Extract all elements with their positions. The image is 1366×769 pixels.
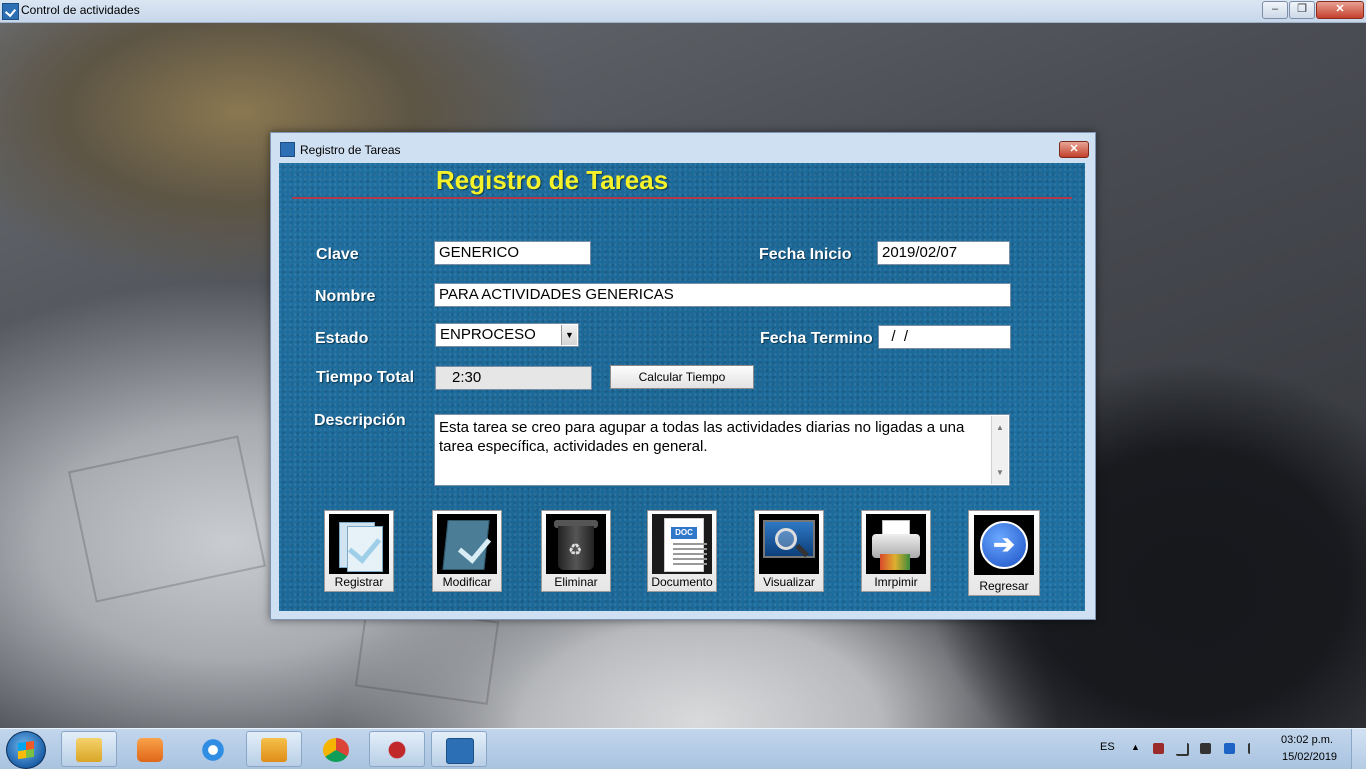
flag-icon[interactable] [1248, 743, 1261, 754]
dialog-titlebar: Registro de Tareas ✕ [271, 133, 1095, 161]
fecha-inicio-label: Fecha Inicio [759, 246, 852, 263]
imprimir-button[interactable]: Imrpimir [861, 510, 931, 592]
regresar-button[interactable]: ➔ Regresar [968, 510, 1040, 596]
register-icon [329, 514, 389, 574]
volume-icon[interactable] [1200, 743, 1211, 754]
tiempo-total-field: 2:30 [435, 366, 592, 390]
splat-icon[interactable] [369, 731, 425, 767]
internet-explorer-icon[interactable] [185, 731, 241, 767]
app-titlebar: Control de actividades – ❐ ✕ [0, 0, 1366, 23]
dialog-title: Registro de Tareas [300, 143, 401, 157]
taskbar: ES ▲ 03:02 p.m. 15/02/2019 [0, 728, 1366, 769]
registro-tareas-dialog: Registro de Tareas ✕ Registro de Tareas … [270, 132, 1096, 620]
tray-expand-icon[interactable]: ▲ [1131, 742, 1140, 752]
app-title: Control de actividades [21, 3, 140, 17]
scroll-down-icon[interactable]: ▼ [996, 463, 1004, 482]
magnifier-icon [759, 514, 819, 574]
file-explorer-icon[interactable] [61, 731, 117, 767]
modificar-button[interactable]: Modificar [432, 510, 502, 592]
media-player-icon[interactable] [122, 731, 178, 767]
clock-time[interactable]: 03:02 p.m. [1281, 734, 1333, 746]
estado-select[interactable]: ENPROCESO ▼ [435, 323, 579, 347]
documento-label: Documento [651, 575, 713, 589]
documento-button[interactable]: DOC Documento [647, 510, 717, 592]
regresar-label: Regresar [979, 579, 1029, 593]
modificar-label: Modificar [442, 575, 492, 589]
dialog-close-button[interactable]: ✕ [1059, 141, 1089, 158]
modify-icon [437, 514, 497, 574]
fecha-termino-label: Fecha Termino [760, 330, 873, 347]
registrar-button[interactable]: Registrar [324, 510, 394, 592]
network-icon[interactable] [1176, 743, 1189, 756]
windows-logo-icon [18, 740, 34, 760]
registrar-label: Registrar [334, 575, 384, 589]
fecha-inicio-field[interactable]: 2019/02/07 [877, 241, 1010, 265]
trash-icon: ♻ [546, 514, 606, 574]
clave-label: Clave [316, 246, 359, 263]
form-heading: Registro de Tareas [436, 165, 669, 195]
estado-label: Estado [315, 330, 369, 347]
clock-date[interactable]: 15/02/2019 [1282, 751, 1337, 763]
calcular-tiempo-button[interactable]: Calcular Tiempo [610, 365, 754, 389]
estado-value: ENPROCESO [440, 326, 536, 343]
app-close-button[interactable]: ✕ [1316, 1, 1364, 19]
dialog-icon [280, 142, 295, 157]
maximize-button[interactable]: ❐ [1289, 1, 1315, 19]
task-app-icon[interactable] [431, 731, 487, 767]
visualizar-button[interactable]: Visualizar [754, 510, 824, 592]
chevron-down-icon[interactable]: ▼ [561, 325, 577, 345]
nombre-label: Nombre [315, 288, 376, 305]
eliminar-button[interactable]: ♻ Eliminar [541, 510, 611, 592]
chrome-icon[interactable] [308, 731, 364, 767]
dropbox-icon[interactable] [1224, 743, 1235, 754]
scroll-up-icon[interactable]: ▲ [996, 418, 1004, 437]
descripcion-label: Descripción [314, 412, 406, 429]
eliminar-label: Eliminar [554, 575, 598, 589]
printer-icon [866, 514, 926, 574]
minimize-button[interactable]: – [1262, 1, 1288, 19]
language-indicator[interactable]: ES [1100, 741, 1115, 753]
outlook-icon[interactable] [246, 731, 302, 767]
start-button[interactable] [6, 731, 46, 769]
arrow-right-icon: ➔ [974, 515, 1034, 575]
descripcion-text: Esta tarea se creo para agupar a todas l… [439, 419, 965, 455]
descripcion-scrollbar[interactable]: ▲ ▼ [991, 416, 1008, 484]
show-desktop-button[interactable] [1351, 729, 1366, 769]
visualizar-label: Visualizar [763, 575, 815, 589]
descripcion-textarea[interactable]: Esta tarea se creo para agupar a todas l… [434, 414, 1010, 486]
background-sketch [67, 435, 267, 603]
clave-field[interactable]: GENERICO [434, 241, 591, 265]
dialog-body: Registro de Tareas Clave GENERICO Fecha … [279, 163, 1085, 611]
imprimir-label: Imrpimir [874, 575, 918, 589]
security-icon[interactable] [1153, 743, 1164, 754]
fecha-termino-field[interactable]: / / [878, 325, 1011, 349]
heading-divider [292, 197, 1072, 199]
nombre-field[interactable]: PARA ACTIVIDADES GENERICAS [434, 283, 1011, 307]
tiempo-total-label: Tiempo Total [316, 369, 415, 386]
app-icon [2, 3, 19, 20]
document-icon: DOC [652, 514, 712, 574]
